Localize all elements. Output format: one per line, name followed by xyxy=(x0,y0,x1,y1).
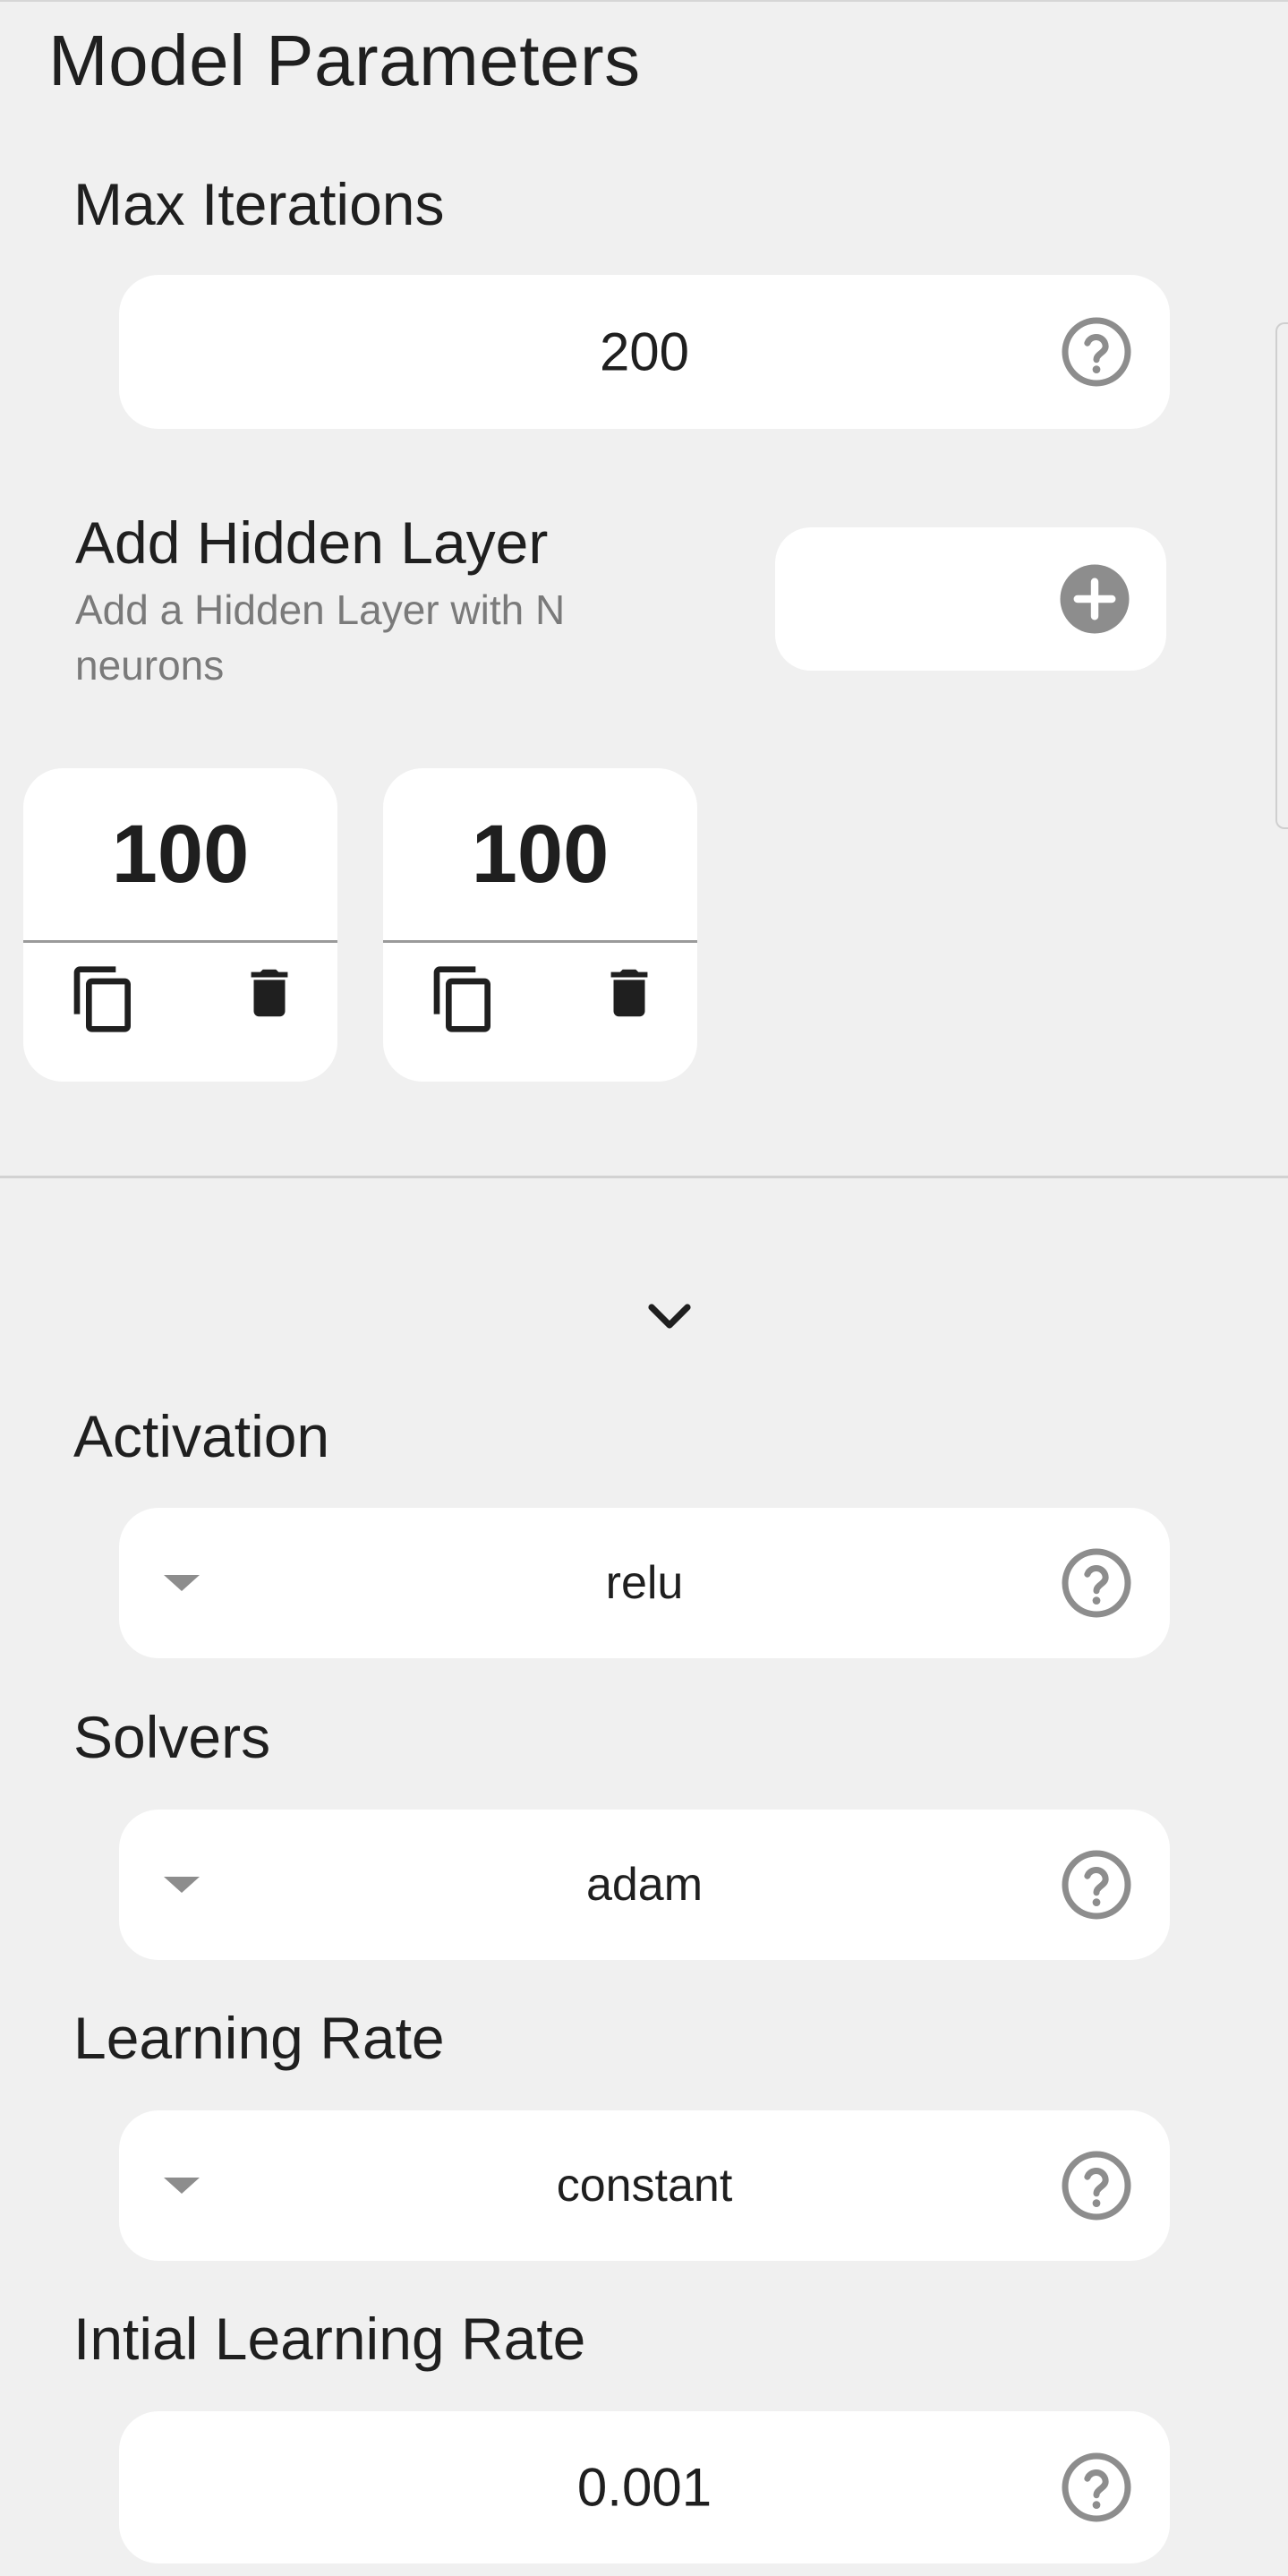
hidden-layer-card: 100 xyxy=(383,768,697,1082)
top-border xyxy=(0,0,1288,2)
learning-rate-select[interactable]: constant xyxy=(119,2110,1170,2261)
help-circle-icon[interactable] xyxy=(1059,1847,1134,1922)
max-iterations-field[interactable]: 200 xyxy=(119,275,1170,429)
help-circle-icon[interactable] xyxy=(1059,2148,1134,2223)
activation-label: Activation xyxy=(73,1403,330,1469)
page-title: Model Parameters xyxy=(48,21,641,100)
copy-icon[interactable] xyxy=(428,963,499,1035)
help-circle-icon[interactable] xyxy=(1059,1545,1134,1621)
learning-rate-value[interactable]: constant xyxy=(244,2159,1045,2212)
initial-learning-rate-label: Intial Learning Rate xyxy=(73,2306,586,2372)
solvers-select[interactable]: adam xyxy=(119,1810,1170,1960)
hidden-layer-card: 100 xyxy=(23,768,337,1082)
activation-value[interactable]: relu xyxy=(244,1556,1045,1610)
max-iterations-label: Max Iterations xyxy=(73,171,445,237)
add-hidden-layer-title: Add Hidden Layer xyxy=(75,509,549,576)
add-hidden-layer-subtitle: Add a Hidden Layer with N neurons xyxy=(75,586,566,689)
trash-icon[interactable] xyxy=(598,962,661,1024)
hidden-layer-neurons[interactable]: 100 xyxy=(23,768,337,940)
section-divider xyxy=(0,1176,1288,1178)
help-circle-icon[interactable] xyxy=(1059,314,1134,389)
help-circle-icon[interactable] xyxy=(1059,2450,1134,2525)
solvers-value[interactable]: adam xyxy=(244,1858,1045,1912)
copy-icon[interactable] xyxy=(68,963,140,1035)
caret-down-icon[interactable] xyxy=(164,2178,200,2194)
solvers-label: Solvers xyxy=(73,1704,271,1770)
add-hidden-layer-button[interactable] xyxy=(775,527,1166,671)
activation-select[interactable]: relu xyxy=(119,1508,1170,1658)
hidden-layer-neurons[interactable]: 100 xyxy=(383,768,697,940)
initial-learning-rate-value[interactable]: 0.001 xyxy=(119,2457,1170,2519)
plus-circle-icon[interactable] xyxy=(1057,561,1132,637)
max-iterations-value[interactable]: 200 xyxy=(119,321,1170,383)
card-divider xyxy=(383,940,697,943)
initial-learning-rate-field[interactable]: 0.001 xyxy=(119,2411,1170,2563)
learning-rate-label: Learning Rate xyxy=(73,2005,445,2071)
chevron-down-icon[interactable] xyxy=(646,1300,693,1336)
caret-down-icon[interactable] xyxy=(164,1877,200,1893)
caret-down-icon[interactable] xyxy=(164,1575,200,1591)
card-divider xyxy=(23,940,337,943)
side-panel-edge xyxy=(1275,322,1288,829)
trash-icon[interactable] xyxy=(238,962,301,1024)
